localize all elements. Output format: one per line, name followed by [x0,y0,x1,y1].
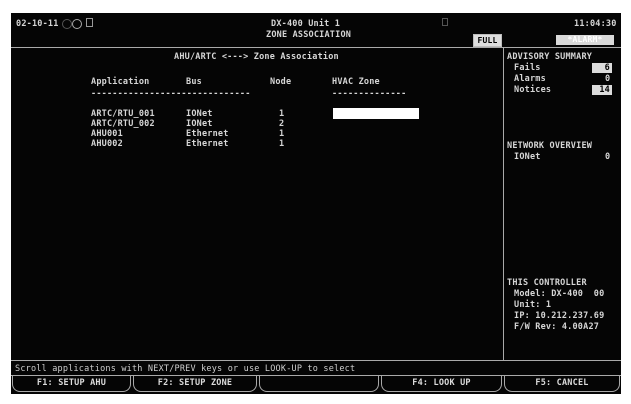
table-row-node: 1 [279,109,285,119]
f3-blank-button[interactable] [259,376,379,392]
lock-icon [442,18,448,26]
f1-setup-ahu-button[interactable]: F1: SETUP AHU [12,376,131,392]
advisory-title: ADVISORY SUMMARY [507,52,593,62]
controller-fw: F/W Rev: 4.00A27 [514,322,600,332]
fails-count[interactable]: 6 [592,63,612,73]
controller-unit: Unit: 1 [514,300,552,310]
network-ionet-value: 0 [605,152,611,162]
header-time: 11:04:30 [574,19,617,29]
device-title: DX-400 Unit 1 [271,19,341,29]
notices-label: Notices [514,85,552,95]
network-title: NETWORK OVERVIEW [507,141,593,151]
hvac-zone-input[interactable] [333,108,419,119]
column-bus: Bus [186,77,202,87]
table-row-app[interactable]: AHU001 [91,129,123,139]
table-row-app[interactable]: ARTC/RTU_002 [91,119,155,129]
column-hvac-zone: HVAC Zone [332,77,380,87]
card-icon [86,18,93,27]
controller-ip: IP: 10.212.237.69 [514,311,605,321]
separator-application: ------------------------------ [91,89,251,99]
controller-screen: 02-10-11 DX-400 Unit 1 ZONE ASSOCIATION … [11,13,621,394]
controller-model: Model: DX-400 00 [514,289,605,299]
alarm-badge[interactable]: *ALARM* [556,35,614,45]
status-indicator-icon [62,19,72,29]
f5-cancel-button[interactable]: F5: CANCEL [504,376,620,392]
fails-label: Fails [514,63,541,73]
table-row-app[interactable]: AHU002 [91,139,123,149]
panel-divider [503,47,504,360]
table-row-node: 2 [279,119,285,129]
table-row-node: 1 [279,129,285,139]
f2-setup-zone-button[interactable]: F2: SETUP ZONE [133,376,257,392]
controller-title: THIS CONTROLLER [507,278,587,288]
table-row-node: 1 [279,139,285,149]
column-node: Node [270,77,292,87]
panel-title: AHU/ARTC <---> Zone Association [174,52,339,62]
table-row-bus: Ethernet [186,129,229,139]
column-application: Application [91,77,150,87]
header-divider [11,47,621,48]
network-ionet-label: IONet [514,152,541,162]
screen-title: ZONE ASSOCIATION [266,30,352,40]
f4-look-up-button[interactable]: F4: LOOK UP [381,376,502,392]
alarms-count: 0 [605,74,611,84]
status-divider-top [11,360,621,361]
notices-count[interactable]: 14 [592,85,612,95]
table-row-bus: IONet [186,109,213,119]
table-row-bus: Ethernet [186,139,229,149]
alarms-label: Alarms [514,74,546,84]
full-badge: FULL [473,34,502,47]
table-row-bus: IONet [186,119,213,129]
status-line: Scroll applications with NEXT/PREV keys … [15,364,356,374]
network-status-icon [72,19,82,29]
table-row-app[interactable]: ARTC/RTU_001 [91,109,155,119]
header-date: 02-10-11 [16,19,59,29]
separator-zone: -------------- [332,89,407,99]
